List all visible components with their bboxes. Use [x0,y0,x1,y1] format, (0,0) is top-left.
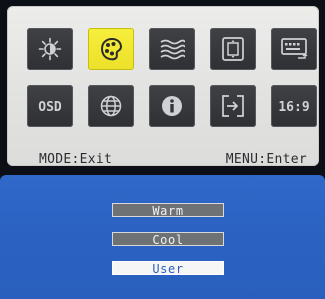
language-tile[interactable] [88,85,134,127]
mode-exit-hint: MODE:Exit [39,152,113,167]
position-tile[interactable] [210,28,256,70]
color-temperature-tile[interactable] [88,28,134,70]
reset-tile[interactable] [210,85,256,127]
submenu-panel: Warm Cool User [0,175,325,299]
osd-label: OSD [38,100,62,115]
aspect-ratio-tile[interactable]: 16:9 [271,85,317,127]
brightness-icon [38,37,62,61]
color-temperature-icon [100,37,123,61]
image-adjust-icon [160,39,185,60]
option-cool[interactable]: Cool [112,232,224,247]
brightness-tile[interactable] [27,28,73,70]
osd-top-panel: OSD 16:9 MODE:Exit MENU:Enter [7,6,319,167]
image-adjust-tile[interactable] [149,28,195,70]
reset-icon [222,95,244,117]
aspect-label: 16:9 [278,100,309,115]
input-select-icon [281,38,308,59]
language-icon [100,95,122,117]
position-icon [222,37,244,61]
information-tile[interactable] [149,85,195,127]
information-icon [162,96,182,116]
input-select-tile[interactable] [271,28,317,70]
osd-settings-icon: OSD [38,100,62,115]
osd-icon-grid: OSD 16:9 [27,28,317,148]
option-warm[interactable]: Warm [112,203,224,218]
menu-enter-hint: MENU:Enter [225,152,307,167]
aspect-ratio-icon: 16:9 [278,100,309,115]
option-user[interactable]: User [112,261,224,276]
osd-settings-tile[interactable]: OSD [27,85,73,127]
